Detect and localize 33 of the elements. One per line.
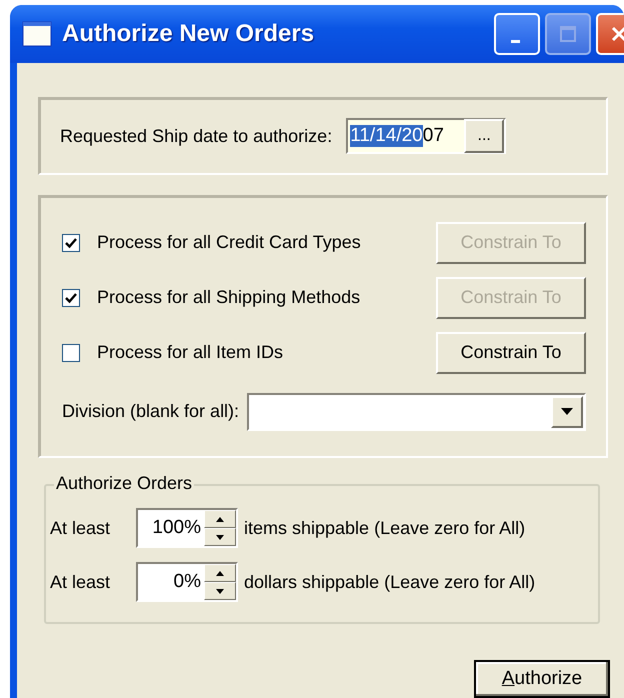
close-icon [609,24,624,44]
spin-description: dollars shippable (Leave zero for All) [244,572,536,592]
down-arrow-icon [216,534,224,540]
minimize-button[interactable] [494,13,540,55]
percent-spin-field[interactable]: 0% [136,562,238,602]
at-least-label: At least [50,572,112,592]
at-least-label: At least [50,518,112,538]
checkbox[interactable] [62,344,80,362]
division-label: Division (blank for all): [62,401,240,422]
checkbox-label: Process for all Item IDs [97,342,284,363]
down-arrow-icon [216,588,224,594]
checkbox[interactable] [62,288,80,306]
ship-date-label: Requested Ship date to authorize: [60,126,332,146]
minimize-icon [510,40,520,42]
up-arrow-icon [216,516,224,522]
spin-description: items shippable (Leave zero for All) [244,518,526,538]
checkbox[interactable] [62,234,80,252]
maximize-icon [558,24,578,44]
constrain-button[interactable]: Constrain To [436,332,586,374]
dropdown-arrow-icon [561,408,573,416]
checkbox-label: Process for all Credit Card Types [97,232,362,253]
division-dropdown[interactable] [247,392,586,430]
window-icon [22,21,52,47]
percent-spin-field[interactable]: 100% [136,508,238,548]
spin-down-button[interactable] [204,528,236,546]
spin-up-button[interactable] [204,564,236,582]
authorize-button[interactable]: Authorize [474,660,610,698]
window-title: Authorize New Orders [62,20,316,48]
up-arrow-icon [216,570,224,576]
browse-button[interactable]: ... [464,119,504,153]
spin-down-button[interactable] [204,582,236,600]
checkbox-label: Process for all Shipping Methods [97,287,362,308]
spin-up-button[interactable] [204,510,236,528]
